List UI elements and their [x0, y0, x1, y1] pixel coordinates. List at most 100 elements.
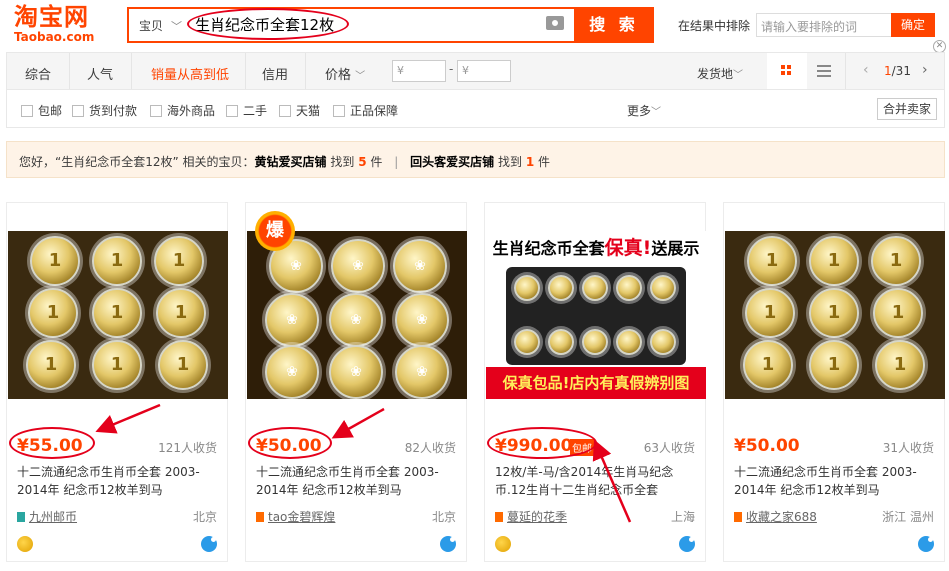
- chevron-down-icon: ﹀: [733, 70, 744, 81]
- divider: [845, 53, 846, 89]
- product-location: 北京: [192, 510, 217, 524]
- product-shop[interactable]: 收藏之家688: [734, 508, 817, 525]
- shop-name: 收藏之家688: [746, 510, 817, 524]
- hot-badge-icon: 爆: [255, 211, 295, 251]
- next-page-icon[interactable]: ›: [922, 62, 928, 78]
- confirm-button[interactable]: 确定: [891, 13, 935, 37]
- product-image[interactable]: 生肖纪念币全套保真!送展示盒 保真包品!店内有真假辨别图: [486, 231, 706, 399]
- exclude-label: 在结果中排除: [678, 19, 751, 33]
- prev-page-icon[interactable]: ‹: [863, 62, 869, 78]
- price-max-input[interactable]: ¥: [457, 60, 511, 82]
- filter-tmall[interactable]: 天猫: [279, 102, 320, 119]
- search-box: 宝贝 ﹀ 生肖纪念币全套12枚 搜 索: [127, 7, 654, 43]
- shop-name: 九州邮币: [29, 510, 78, 524]
- checkbox[interactable]: [21, 105, 33, 117]
- product-location: 上海: [670, 510, 695, 524]
- product-sold: 82人收货: [404, 441, 456, 455]
- notice-unit: 件: [370, 155, 383, 169]
- filter-label: 货到付款: [89, 104, 138, 118]
- divider: [245, 53, 246, 89]
- product-image[interactable]: 111 111 111: [8, 231, 228, 399]
- product-shop[interactable]: 九州邮币: [17, 508, 77, 525]
- gold-seller-icon[interactable]: [495, 536, 511, 552]
- page-indicator: 1/31: [884, 64, 911, 78]
- filter-label: 天猫: [296, 104, 321, 118]
- wangwang-chat-icon[interactable]: [201, 536, 217, 552]
- filter-label: 包邮: [38, 104, 63, 118]
- price-dash: -: [449, 62, 454, 76]
- more-filters[interactable]: 更多﹀: [627, 102, 661, 119]
- camera-icon[interactable]: [546, 16, 564, 30]
- filter-cod[interactable]: 货到付款: [72, 102, 137, 119]
- checkbox[interactable]: [333, 105, 345, 117]
- checkbox[interactable]: [150, 105, 162, 117]
- product-title[interactable]: 十二流通纪念币生肖币全套 2003-2014年 纪念币12枚羊到马: [734, 463, 939, 499]
- taobao-logo[interactable]: 淘宝网 Taobao.com: [14, 4, 114, 44]
- ship-from-label: 发货地: [697, 67, 734, 81]
- sort-tab-popularity[interactable]: 人气: [87, 64, 113, 83]
- notice-shop2[interactable]: 回头客爱买店铺: [410, 155, 494, 169]
- price-min-input[interactable]: ¥: [392, 60, 446, 82]
- product-sold: 31人收货: [882, 441, 934, 455]
- product-image[interactable]: ❀ ❀ ❀ ❀ ❀ ❀ ❀ ❀ ❀ 爆: [247, 211, 467, 399]
- wangwang-chat-icon[interactable]: [918, 536, 934, 552]
- chevron-down-icon: ﹀: [651, 107, 662, 118]
- product-card[interactable]: 111 111 111 ¥55.00 121人收货 十二流通纪念币生肖币全套 2…: [6, 202, 228, 562]
- ship-from-dropdown[interactable]: 发货地﹀: [697, 65, 743, 82]
- product-card[interactable]: ❀ ❀ ❀ ❀ ❀ ❀ ❀ ❀ ❀ 爆 ¥50.00 82人收货 十二流通纪念币生肖币全套 …: [245, 202, 467, 562]
- exclude-input[interactable]: 请输入要排除的词: [756, 13, 892, 37]
- sort-tab-sales[interactable]: 销量从高到低: [151, 64, 229, 83]
- product-sold: 121人收货: [158, 441, 217, 455]
- product-title[interactable]: 十二流通纪念币生肖币全套 2003-2014年 纪念币12枚羊到马: [17, 463, 222, 499]
- filter-overseas[interactable]: 海外商品: [150, 102, 215, 119]
- product-title[interactable]: 十二流通纪念币生肖币全套 2003-2014年 纪念币12枚羊到马: [256, 463, 461, 499]
- product-title[interactable]: 12枚/羊-马/含2014年生肖马纪念币.12生肖十二生肖纪念币全套: [495, 463, 700, 499]
- annotation-circle-price: [487, 427, 597, 459]
- image-banner-bottom: 保真包品!店内有真假辨别图: [486, 367, 706, 399]
- notice-count2: 1: [525, 155, 535, 169]
- product-price: ¥50.00: [734, 436, 800, 456]
- banner-text: 生肖纪念币全套: [492, 239, 605, 258]
- sort-bar: 综合 人气 销量从高到低 信用 价格 ﹀ ¥ - ¥ 发货地﹀ ‹ 1/31 ›: [6, 52, 945, 90]
- product-image[interactable]: 111 111 111: [725, 231, 945, 399]
- chevron-down-icon: ﹀: [171, 20, 183, 33]
- product-card[interactable]: 111 111 111 ¥50.00 31人收货 十二流通纪念币生肖币全套 20…: [723, 202, 945, 562]
- grid-view-icon[interactable]: [767, 53, 807, 89]
- checkbox[interactable]: [279, 105, 291, 117]
- product-location: 浙江 温州: [882, 510, 934, 524]
- product-shop[interactable]: 蔓延的花季: [495, 508, 567, 525]
- sort-tab-credit[interactable]: 信用: [262, 64, 288, 83]
- filter-secondhand[interactable]: 二手: [226, 102, 267, 119]
- search-category-select[interactable]: 宝贝 ﹀: [139, 17, 182, 34]
- merge-sellers-button[interactable]: 合并卖家: [877, 98, 937, 120]
- list-view-icon[interactable]: [817, 65, 831, 77]
- logo-text-cn: 淘宝网: [14, 3, 89, 31]
- logo-text-en: Taobao.com: [14, 30, 95, 44]
- filter-free-shipping[interactable]: 包邮: [21, 102, 62, 119]
- wangwang-chat-icon[interactable]: [679, 536, 695, 552]
- checkbox[interactable]: [226, 105, 238, 117]
- notice-unit: 件: [538, 155, 551, 169]
- wangwang-chat-icon[interactable]: [440, 536, 456, 552]
- more-filters-label: 更多: [627, 104, 652, 118]
- product-shop[interactable]: tao金碧辉煌: [256, 508, 335, 525]
- filter-bar: 包邮 货到付款 海外商品 二手 天猫 正品保障 更多﹀ 合并卖家: [6, 90, 945, 128]
- filter-genuine[interactable]: 正品保障: [333, 102, 398, 119]
- product-card[interactable]: 生肖纪念币全套保真!送展示盒 保真包品!店内有真假辨别图 ¥990.00 包邮 …: [484, 202, 706, 562]
- product-sold: 63人收货: [643, 441, 695, 455]
- sort-tab-default[interactable]: 综合: [25, 64, 51, 83]
- shop-icon: [17, 512, 25, 522]
- checkbox[interactable]: [72, 105, 84, 117]
- divider: [69, 53, 70, 89]
- product-location: 北京: [431, 510, 456, 524]
- annotation-circle-price: [9, 427, 95, 459]
- notice-shop1[interactable]: 黄钻爱买店铺: [255, 155, 327, 169]
- shop-name: 蔓延的花季: [507, 510, 568, 524]
- sort-tab-price[interactable]: 价格 ﹀: [325, 64, 365, 83]
- notice-divider: |: [394, 155, 399, 169]
- shop-icon: [495, 512, 503, 522]
- page-total: /31: [891, 64, 911, 78]
- notice-found: 找到: [330, 155, 355, 169]
- search-button[interactable]: 搜 索: [574, 7, 654, 43]
- gold-seller-icon[interactable]: [17, 536, 33, 552]
